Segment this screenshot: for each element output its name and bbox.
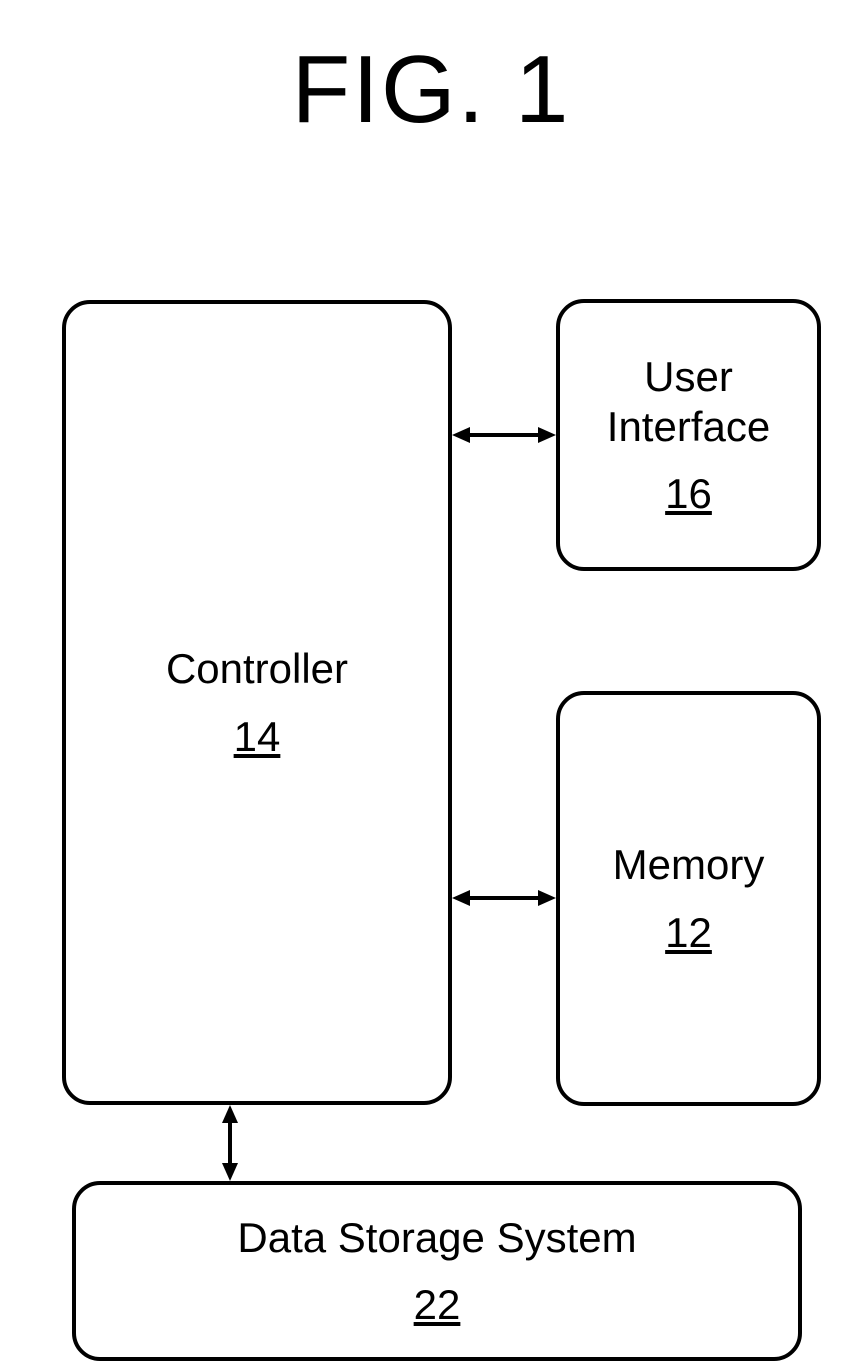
user-interface-label-line1: User: [644, 352, 733, 402]
controller-block: Controller 14: [62, 300, 452, 1105]
controller-label: Controller: [166, 644, 348, 694]
figure-title: FIG. 1: [0, 35, 862, 145]
arrow-controller-memory: [452, 883, 556, 913]
user-interface-block: User Interface 16: [556, 299, 821, 571]
data-storage-label: Data Storage System: [237, 1213, 636, 1263]
memory-block: Memory 12: [556, 691, 821, 1106]
data-storage-block: Data Storage System 22: [72, 1181, 802, 1361]
user-interface-ref: 16: [665, 470, 712, 518]
controller-ref: 14: [234, 713, 281, 761]
memory-ref: 12: [665, 909, 712, 957]
memory-label: Memory: [613, 840, 765, 890]
user-interface-label-line2: Interface: [607, 402, 770, 452]
data-storage-ref: 22: [414, 1281, 461, 1329]
arrow-controller-dss: [215, 1105, 245, 1181]
arrow-controller-ui: [452, 420, 556, 450]
